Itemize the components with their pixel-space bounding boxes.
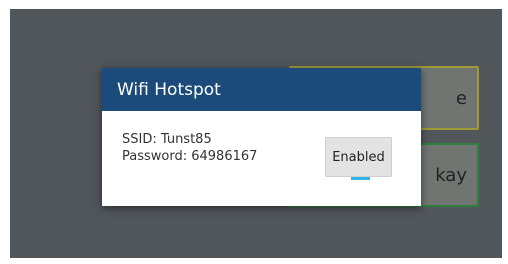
hotspot-info: SSID: Tunst85 Password: 64986167 xyxy=(122,131,257,165)
app-screen: e kay Wifi Hotspot SSID: Tunst85 Passwor… xyxy=(10,9,502,258)
toggle-on-indicator xyxy=(351,177,370,180)
hotspot-toggle-button[interactable]: Enabled xyxy=(325,137,392,177)
background-button-top-label: e xyxy=(455,87,467,109)
password-text: Password: 64986167 xyxy=(122,149,258,164)
hotspot-toggle-label: Enabled xyxy=(332,149,385,165)
ssid-text: SSID: Tunst85 xyxy=(122,132,212,147)
dialog-header: Wifi Hotspot xyxy=(102,68,421,111)
dialog-title: Wifi Hotspot xyxy=(117,79,221,100)
wifi-hotspot-dialog: Wifi Hotspot SSID: Tunst85 Password: 649… xyxy=(102,68,421,206)
background-button-okay-label: kay xyxy=(435,164,467,186)
dialog-body: SSID: Tunst85 Password: 64986167 Enabled xyxy=(102,111,421,206)
